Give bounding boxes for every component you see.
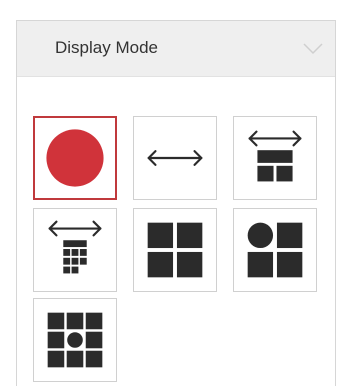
mode-button-1[interactable] [33, 116, 117, 200]
grid-2x2-icon [147, 222, 203, 278]
circle-grid-2x2-icon [247, 222, 303, 278]
mode-button-5[interactable] [133, 208, 217, 292]
mode-button-7[interactable] [33, 298, 117, 382]
chevron-down-icon[interactable] [303, 43, 323, 55]
display-mode-panel: Display Mode [16, 20, 336, 386]
mode-button-6[interactable] [233, 208, 317, 292]
panel-title: Display Mode [55, 38, 158, 57]
mode-button-2[interactable] [133, 116, 217, 200]
display-mode-header[interactable]: Display Mode [17, 21, 335, 77]
grid-3x3-circle-center-icon [47, 312, 103, 368]
mode-button-3[interactable] [233, 116, 317, 200]
arrow-grid-dense-icon [48, 220, 102, 274]
single-circle-icon [46, 129, 104, 187]
mode-button-4[interactable] [33, 208, 117, 292]
arrow-grid-2x2-icon [248, 130, 302, 182]
horizontal-arrow-icon [147, 150, 203, 166]
